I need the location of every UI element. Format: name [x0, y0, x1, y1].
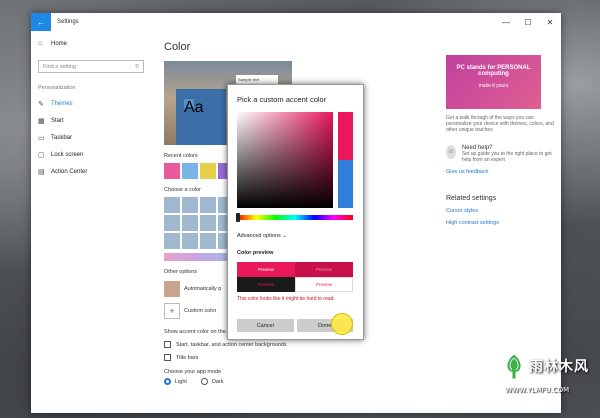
sidebar-item-home[interactable]: ⌂ Home	[31, 35, 151, 52]
cancel-button[interactable]: Cancel	[237, 319, 294, 332]
sidebar-item-label: Taskbar	[51, 134, 73, 141]
color-spectrum-picker[interactable]	[237, 112, 333, 208]
palette-color-swatch[interactable]	[182, 233, 198, 249]
sidebar-item-label: Lock screen	[51, 151, 84, 158]
search-input[interactable]: Find a setting ⚲	[38, 60, 144, 73]
taskbar-icon: ▭	[38, 134, 45, 142]
promo-card[interactable]: PC stands for PERSONAL computing make it…	[446, 55, 541, 109]
current-color-bar	[338, 112, 353, 208]
preview-cell: Preview	[237, 277, 295, 292]
checkbox-label: Title bars	[176, 354, 199, 361]
palette-color-swatch[interactable]	[164, 197, 180, 213]
chevron-down-icon: ⌄	[282, 233, 287, 239]
title-bar: ← Settings — ☐ ✕	[31, 13, 561, 31]
watermark-brand: 雨林木风	[529, 359, 589, 375]
color-preview-grid: Preview Preview Preview Preview	[237, 262, 353, 292]
palette-color-swatch[interactable]	[182, 197, 198, 213]
start-icon: ▦	[38, 117, 45, 125]
preview-cell: Preview	[295, 277, 353, 292]
sidebar-item-taskbar[interactable]: ▭ Taskbar	[31, 129, 151, 146]
sidebar-item-action-center[interactable]: ▤ Action Center	[31, 163, 151, 180]
sidebar-item-label: Start	[51, 117, 64, 124]
plus-icon: +	[164, 303, 180, 319]
action-center-icon: ▤	[38, 168, 45, 176]
recent-color-swatch[interactable]	[200, 163, 216, 179]
light-radio[interactable]	[164, 378, 171, 385]
recent-color-swatch[interactable]	[164, 163, 180, 179]
palette-color-swatch[interactable]	[164, 215, 180, 231]
sidebar-item-lock-screen[interactable]: ▢ Lock screen	[31, 146, 151, 163]
maximize-button[interactable]: ☐	[517, 18, 539, 27]
search-placeholder: Find a setting	[43, 63, 77, 70]
sidebar-item-themes[interactable]: ✎ Themes	[31, 95, 151, 112]
hue-slider-handle[interactable]	[236, 213, 240, 222]
sidebar-item-label: Action Center	[51, 168, 88, 175]
advanced-options-label: Advanced options	[237, 233, 281, 239]
promo-title: PC stands for PERSONAL computing	[456, 65, 531, 77]
radio-label: Light	[175, 378, 187, 385]
palette-color-swatch[interactable]	[200, 215, 216, 231]
recent-color-swatch[interactable]	[182, 163, 198, 179]
back-arrow-icon[interactable]: ←	[31, 13, 51, 31]
preview-cell: Preview	[237, 262, 295, 277]
custom-color-label: Custom color	[184, 308, 217, 314]
radio-label: Dark	[211, 378, 224, 385]
sidebar-item-start[interactable]: ▦ Start	[31, 112, 151, 129]
home-icon: ⌂	[38, 40, 43, 47]
high-contrast-link[interactable]: High contrast settings	[446, 220, 556, 226]
sidebar-item-label: Themes	[51, 100, 73, 107]
checkbox-icon	[164, 341, 171, 348]
section-label: Personalization	[38, 85, 76, 91]
palette-color-swatch[interactable]	[200, 197, 216, 213]
click-highlight	[331, 313, 353, 335]
checkbox-label: Start, taskbar, and action center backgr…	[176, 341, 287, 348]
cursor-styles-link[interactable]: Cursor styles	[446, 208, 556, 214]
page-title: Color	[164, 41, 191, 53]
hue-slider[interactable]	[237, 215, 353, 220]
paintbrush-icon: ✎	[38, 100, 44, 108]
app-mode-label: Choose your app mode	[164, 369, 222, 375]
feedback-link[interactable]: Give us feedback	[446, 169, 556, 175]
help-description: Set up guide you to the right place to g…	[461, 151, 552, 163]
promo-subtitle: make it yours	[478, 83, 509, 89]
dialog-title: Pick a custom accent color	[237, 95, 327, 104]
help-section: ☺ Need help? Set up guide you to the rig…	[446, 145, 556, 163]
help-person-icon: ☺	[446, 145, 456, 159]
watermark: 雨林木风 WWW.YLMFU.COM	[497, 352, 600, 418]
window-title: Settings	[57, 19, 79, 25]
minimize-button[interactable]: —	[495, 18, 517, 27]
preview-cell: Preview	[295, 262, 353, 277]
checkbox-icon	[164, 354, 171, 361]
promo-description: Get a walk through of the ways you can p…	[446, 115, 554, 133]
search-icon: ⚲	[134, 63, 139, 70]
title-bars-checkbox[interactable]: Title bars	[164, 354, 424, 361]
custom-accent-dialog: Pick a custom accent color Advanced opti…	[227, 84, 364, 340]
sidebar-item-label: Home	[51, 40, 68, 47]
close-button[interactable]: ✕	[539, 18, 561, 27]
palette-color-swatch[interactable]	[182, 215, 198, 231]
dark-radio[interactable]	[200, 378, 208, 385]
preview-start-menu	[176, 89, 226, 145]
lock-screen-icon: ▢	[38, 151, 45, 159]
related-settings-heading: Related settings	[446, 195, 497, 202]
palette-color-swatch[interactable]	[200, 233, 216, 249]
preview-tile: Aa	[184, 99, 204, 116]
automatic-icon	[164, 281, 180, 297]
color-preview-label: Color preview	[237, 250, 274, 256]
watermark-url: WWW.YLMFU.COM	[505, 386, 570, 394]
tree-logo-icon	[506, 353, 522, 380]
sidebar: ⌂ Home Find a setting ⚲ Personalization …	[31, 31, 151, 413]
app-mode-radios: Light Dark	[164, 378, 424, 385]
palette-color-swatch[interactable]	[164, 233, 180, 249]
automatic-label: Automatically p	[184, 286, 222, 292]
contrast-warning: This color looks like it might be hard t…	[237, 296, 335, 302]
advanced-options-toggle[interactable]: Advanced options ⌄	[237, 233, 287, 239]
start-taskbar-checkbox[interactable]: Start, taskbar, and action center backgr…	[164, 341, 424, 348]
